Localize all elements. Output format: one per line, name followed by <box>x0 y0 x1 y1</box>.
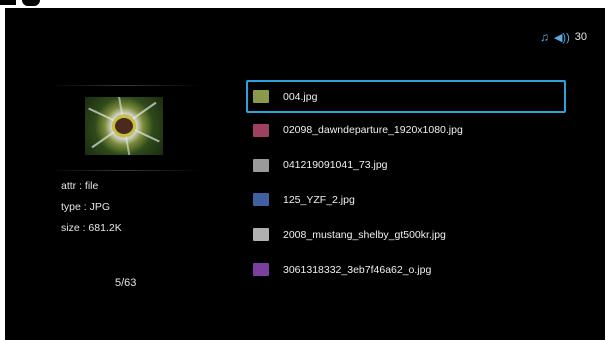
image-file-icon <box>253 123 269 137</box>
speaker-icon: ◀)) <box>553 31 570 44</box>
divider <box>50 85 200 86</box>
image-file-icon <box>253 263 269 277</box>
preview-panel: attr : file type : JPG size : 681.2K 5/6… <box>50 85 200 305</box>
file-name: 2008_mustang_shelby_gt500kr.jpg <box>283 228 446 241</box>
preview-thumbnail <box>85 97 163 155</box>
image-file-icon <box>253 193 269 207</box>
file-list-item[interactable]: 02098_dawndeparture_1920x1080.jpg <box>246 113 566 148</box>
image-file-icon <box>253 90 269 103</box>
file-size: size : 681.2K <box>61 222 122 234</box>
music-note-icon: ♫ <box>539 30 549 44</box>
image-file-icon <box>253 158 269 172</box>
image-file-icon <box>253 228 269 242</box>
file-name: 3061318332_3eb7f46a62_o.jpg <box>283 263 432 276</box>
glyph-fragment <box>0 0 16 5</box>
file-name: 125_YZF_2.jpg <box>283 193 355 206</box>
page-counter: 5/63 <box>115 277 137 289</box>
file-list-item[interactable]: 004.jpg <box>246 80 566 113</box>
file-type: type : JPG <box>61 201 111 213</box>
file-name: 004.jpg <box>283 90 318 103</box>
file-list-item[interactable]: 2008_mustang_shelby_gt500kr.jpg <box>246 217 566 252</box>
file-list-item[interactable]: 3061318332_3eb7f46a62_o.jpg <box>246 252 566 287</box>
file-list: 004.jpg 02098_dawndeparture_1920x1080.jpg… <box>246 80 566 287</box>
volume-level: 30 <box>574 31 587 43</box>
media-browser-screen: ♫ ◀)) 30 attr : file type : JPG size : 6… <box>5 8 605 340</box>
divider <box>50 170 200 171</box>
status-bar: ♫ ◀)) 30 <box>540 30 587 44</box>
file-attr: attr : file <box>61 180 99 192</box>
file-list-item[interactable]: 125_YZF_2.jpg <box>246 183 566 218</box>
top-edge-glyph <box>0 0 60 8</box>
file-list-item[interactable]: 041219091041_73.jpg <box>246 148 566 183</box>
file-name: 02098_dawndeparture_1920x1080.jpg <box>283 124 463 137</box>
file-name: 041219091041_73.jpg <box>283 159 388 172</box>
glyph-fragment <box>22 0 40 6</box>
